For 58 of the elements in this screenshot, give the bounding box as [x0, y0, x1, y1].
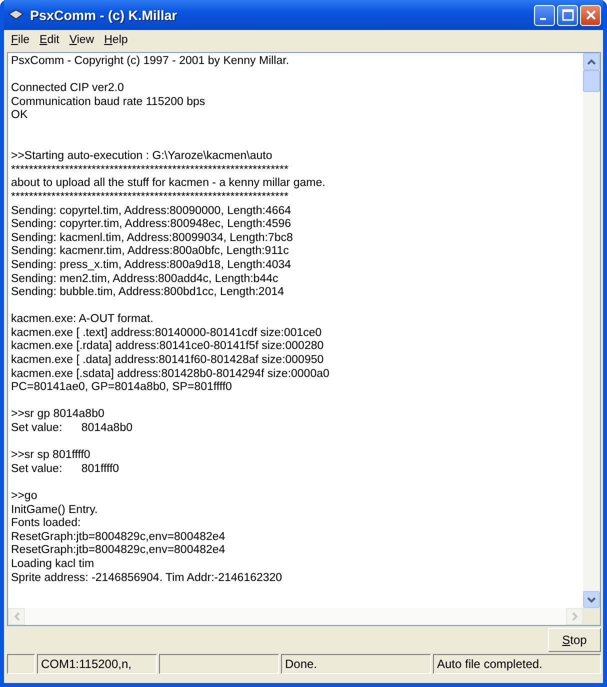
- stop-button[interactable]: Stop: [548, 628, 601, 652]
- log-line: ResetGraph:jtb=8004829c,env=800482e4: [11, 544, 226, 558]
- log-line: kacmen.exe: A-OUT format.: [11, 313, 154, 327]
- log-line: PC=80141ae0, GP=8014a8b0, SP=801ffff0: [11, 381, 233, 395]
- log-line: Sending: bubble.tim, Address:800bd1cc, Length:2014: [11, 286, 286, 300]
- log-line: OK: [11, 109, 29, 123]
- log-line: Sending: men2.tim, Address:800add4c, Length:b44c: [11, 272, 280, 286]
- log-line: Loading kacl tim: [11, 558, 96, 572]
- chevron-up-icon: [587, 58, 596, 64]
- log-line: PsxComm - Copyright (c) 1997 - 2001 by Kenny Millar.: [11, 55, 290, 69]
- status-panel: COM1:115200,n,: [37, 654, 157, 674]
- chevron-down-icon: [587, 596, 596, 602]
- status-panel: Auto file completed.: [433, 654, 601, 674]
- log-line: kacmen.exe [.sdata] address:801428b0-8014294f size:0000a0: [11, 368, 330, 382]
- maximize-icon: [562, 9, 574, 21]
- log-line: Sprite address: -2146856904. Tim Addr:-2146162320: [11, 572, 284, 586]
- log-line: Sending: press_x.tim, Address:800a9d18, Length:4034: [11, 258, 292, 272]
- log-line: kacmen.exe [ .data] address:80141f60-801428af size:000950: [11, 354, 325, 368]
- status-panel: Done.: [281, 654, 431, 674]
- chevron-right-icon: [572, 612, 578, 621]
- app-icon: [8, 8, 24, 22]
- maximize-button[interactable]: [557, 4, 578, 26]
- scroll-up-button[interactable]: [583, 53, 600, 70]
- log-line: InitGame() Entry.: [11, 504, 99, 518]
- scroll-down-button[interactable]: [583, 591, 600, 608]
- menu-item[interactable]: Edit: [34, 34, 64, 46]
- minimize-icon: [540, 18, 546, 20]
- log-line: ResetGraph:jtb=8004829c,env=800482e4: [11, 530, 226, 544]
- close-button[interactable]: [580, 4, 601, 26]
- minimize-button[interactable]: [534, 4, 555, 26]
- log-line: **************************************************************: [11, 190, 290, 205]
- status-panel: [7, 654, 35, 674]
- window-title: PsxComm - (c) K.Millar: [30, 8, 178, 22]
- log-line: kacmen.exe [ .text] address:80140000-80141cdf size:001ce0: [11, 326, 323, 340]
- menu-item[interactable]: Help: [99, 34, 133, 46]
- menu-item[interactable]: File: [6, 34, 35, 46]
- close-icon: [584, 9, 596, 21]
- log-line: about to upload all the stuff for kacmen - a kenny millar game.: [11, 177, 326, 191]
- chevron-left-icon: [14, 612, 20, 621]
- log-line: **************************************************************: [11, 164, 290, 178]
- log-line: Fonts loaded:: [11, 517, 82, 531]
- scroll-thumb[interactable]: [583, 70, 600, 92]
- log-line: Sending: copyrter.tim, Address:800948ec, Length:4596: [11, 218, 292, 232]
- scrollbar-corner: [583, 608, 600, 625]
- log-line: Set value: 8014a8b0: [11, 422, 134, 436]
- log-line: Sending: kacmenl.tim, Address:80099034, Length:7bc8: [11, 232, 294, 246]
- log-line: Sending: kacmenr.tim, Address:800a0bfc, Length:911c: [11, 245, 290, 259]
- menu-item[interactable]: View: [64, 34, 100, 46]
- log-line: Set value: 801ffff0: [11, 462, 120, 476]
- log-line: >>Starting auto-execution : G:\Yaroze\kacmen\auto: [11, 150, 274, 164]
- log-line: >>go: [11, 490, 38, 504]
- log-line: kacmen.exe [.rdata] address:80141ce0-80141f5f size:000280: [11, 340, 325, 354]
- vertical-scrollbar[interactable]: [583, 53, 600, 608]
- log-line: Connected CIP ver2.0: [11, 82, 125, 96]
- log-line: Sending: copyrtel.tim, Address:80090000, Length:4664: [11, 204, 292, 218]
- log-line: >>sr sp 801ffff0: [11, 449, 92, 463]
- log-line: Communication baud rate 115200 bps: [11, 96, 206, 110]
- log-line: >>sr gp 8014a8b0: [11, 408, 106, 422]
